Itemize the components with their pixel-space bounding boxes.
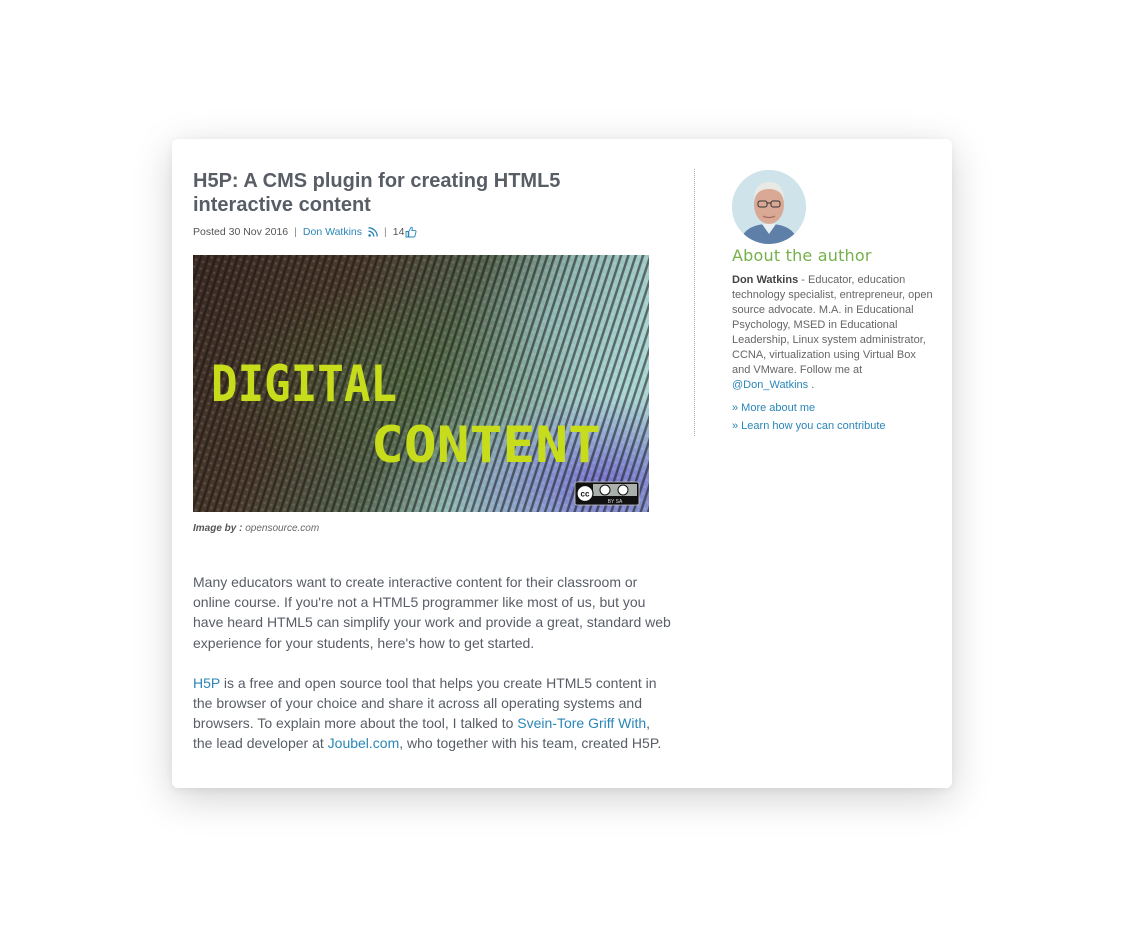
column-divider (694, 169, 695, 436)
caption-source: opensource.com (245, 523, 320, 534)
paragraph-2: H5P is a free and open source tool that … (193, 673, 673, 754)
byline-separator: | (294, 226, 297, 238)
joubel-link[interactable]: Joubel.com (328, 735, 400, 751)
article-body: Many educators want to create interactiv… (193, 572, 673, 754)
author-sidebar: About the author Don Watkins - Educator,… (732, 170, 937, 435)
author-avatar[interactable] (732, 170, 806, 244)
author-name: Don Watkins (732, 274, 799, 286)
svg-text:cc: cc (581, 490, 590, 499)
author-link[interactable]: Don Watkins (303, 226, 362, 238)
svein-tore-link[interactable]: Svein-Tore Griff With (517, 715, 646, 731)
caption-label: Image by : (193, 523, 243, 534)
contribute-link[interactable]: » Learn how you can contribute (732, 417, 937, 435)
paragraph-1: Many educators want to create interactiv… (193, 574, 671, 651)
image-text-content: CONTENT (371, 416, 601, 474)
image-text-digital: DIGITAL (211, 355, 397, 413)
article-title: H5P: A CMS plugin for creating HTML5 int… (193, 170, 561, 216)
like-count: 14 (392, 226, 405, 238)
about-author-heading: About the author (732, 246, 872, 265)
h5p-link[interactable]: H5P (193, 675, 220, 691)
posted-date: Posted 30 Nov 2016 (193, 226, 289, 238)
author-portrait (732, 170, 806, 244)
article-byline: Posted 30 Nov 2016 | Don Watkins | 14 (193, 225, 673, 239)
rss-icon[interactable] (368, 227, 378, 237)
cc-license-badge: cc BY SA (574, 481, 640, 506)
author-bio: Don Watkins - Educator, education techno… (732, 273, 937, 393)
more-about-me-link[interactable]: » More about me (732, 399, 937, 417)
article-main: H5P: A CMS plugin for creating HTML5 int… (193, 169, 673, 774)
thumbs-up-icon[interactable] (405, 226, 417, 238)
hero-image: DIGITAL CONTENT cc BY SA (193, 255, 649, 512)
paragraph-2-text-c: , who together with his team, created H5… (399, 735, 662, 752)
author-bio-end: . (808, 379, 815, 391)
image-caption: Image by : opensource.com (193, 523, 673, 534)
author-links: » More about me » Learn how you can cont… (732, 399, 937, 435)
cc-badge-label: BY SA (608, 499, 623, 505)
digital-content-image: DIGITAL CONTENT cc BY SA (193, 255, 649, 512)
author-bio-text: - Educator, education technology special… (732, 274, 933, 376)
byline-separator: | (384, 226, 387, 238)
twitter-link[interactable]: @Don_Watkins (732, 379, 808, 391)
article-card: H5P: A CMS plugin for creating HTML5 int… (172, 139, 952, 788)
